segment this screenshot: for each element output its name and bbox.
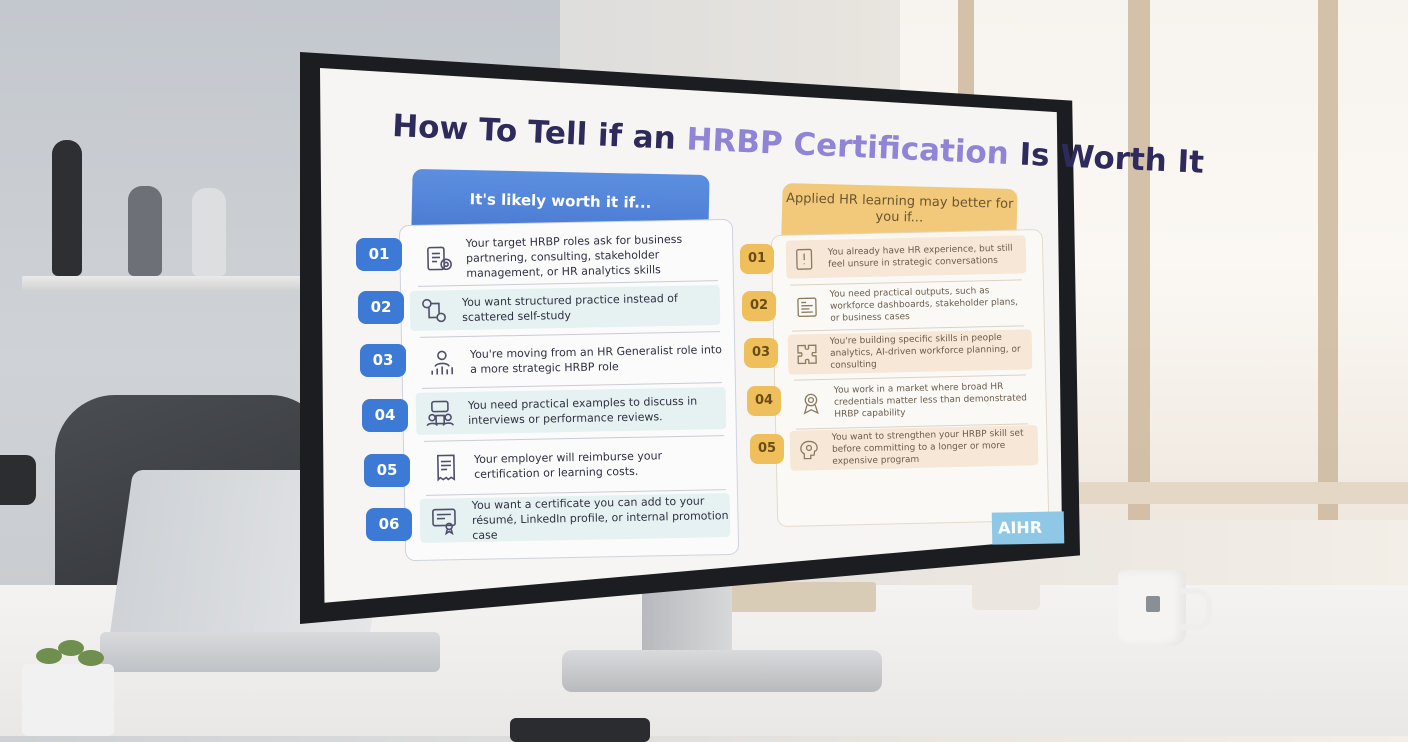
clipboard-target-icon: [427, 246, 452, 271]
item-number-badge: 03: [360, 344, 406, 377]
monitor-base: [562, 650, 882, 692]
item-number-badge: 04: [747, 386, 781, 416]
list-item: You need practical outputs, such as work…: [788, 283, 1029, 326]
discussion-icon: [426, 400, 455, 427]
laptop-base: [100, 632, 440, 672]
item-number-badge: 03: [744, 338, 778, 368]
plant-leaf: [78, 650, 104, 666]
small-plant-pot: [972, 562, 1040, 610]
puzzle-icon: [797, 344, 817, 365]
list-item: You want structured practice instead of …: [409, 285, 721, 331]
smartphone: [510, 718, 650, 742]
list-item: You work in a market where broad HR cred…: [792, 377, 1033, 424]
item-number-badge: 01: [740, 244, 774, 274]
item-number-badge: 05: [364, 454, 410, 487]
plant-pot: [22, 664, 114, 736]
grey-vase: [128, 186, 162, 276]
list-item: You need practical examples to discuss i…: [415, 387, 727, 435]
window-frame: [1318, 0, 1338, 520]
item-number-badge: 02: [358, 291, 404, 324]
window-frame: [1128, 0, 1150, 520]
wall-shelf: [22, 276, 322, 290]
award-ribbon-icon: [803, 393, 819, 415]
item-number-badge: 02: [742, 291, 776, 321]
speaker: [0, 455, 36, 505]
item-number-badge: 06: [366, 508, 412, 541]
list-item: You're building specific skills in peopl…: [787, 329, 1033, 375]
list-item: You're moving from an HR Generalist role…: [418, 337, 725, 383]
item-number-badge: 01: [356, 238, 402, 271]
certificate-icon: [432, 508, 456, 536]
brain-gear-icon: [800, 440, 818, 460]
item-number-badge: 04: [362, 399, 408, 432]
receipt-icon: [436, 454, 456, 482]
connected-people-icon: [422, 298, 446, 323]
document-alert-icon: [796, 248, 813, 270]
mug-handle: [1180, 588, 1212, 630]
books: [728, 582, 876, 612]
aihr-logo: AIHR: [991, 511, 1065, 545]
black-bottle: [52, 140, 82, 276]
mug-logo-icon: [1146, 596, 1160, 612]
list-item: Your employer will reimburse your certif…: [422, 441, 729, 489]
list-item: You want to strengthen your HRBP skill s…: [789, 425, 1039, 471]
list-item: You already have HR experience, but stil…: [785, 235, 1027, 279]
item-number-badge: 05: [750, 434, 784, 464]
list-item: You want a certificate you can add to yo…: [419, 493, 731, 543]
career-growth-icon: [431, 350, 454, 375]
list-item: Your target HRBP roles ask for business …: [414, 231, 721, 281]
white-vase: [192, 188, 226, 276]
dashboard-icon: [797, 297, 817, 318]
